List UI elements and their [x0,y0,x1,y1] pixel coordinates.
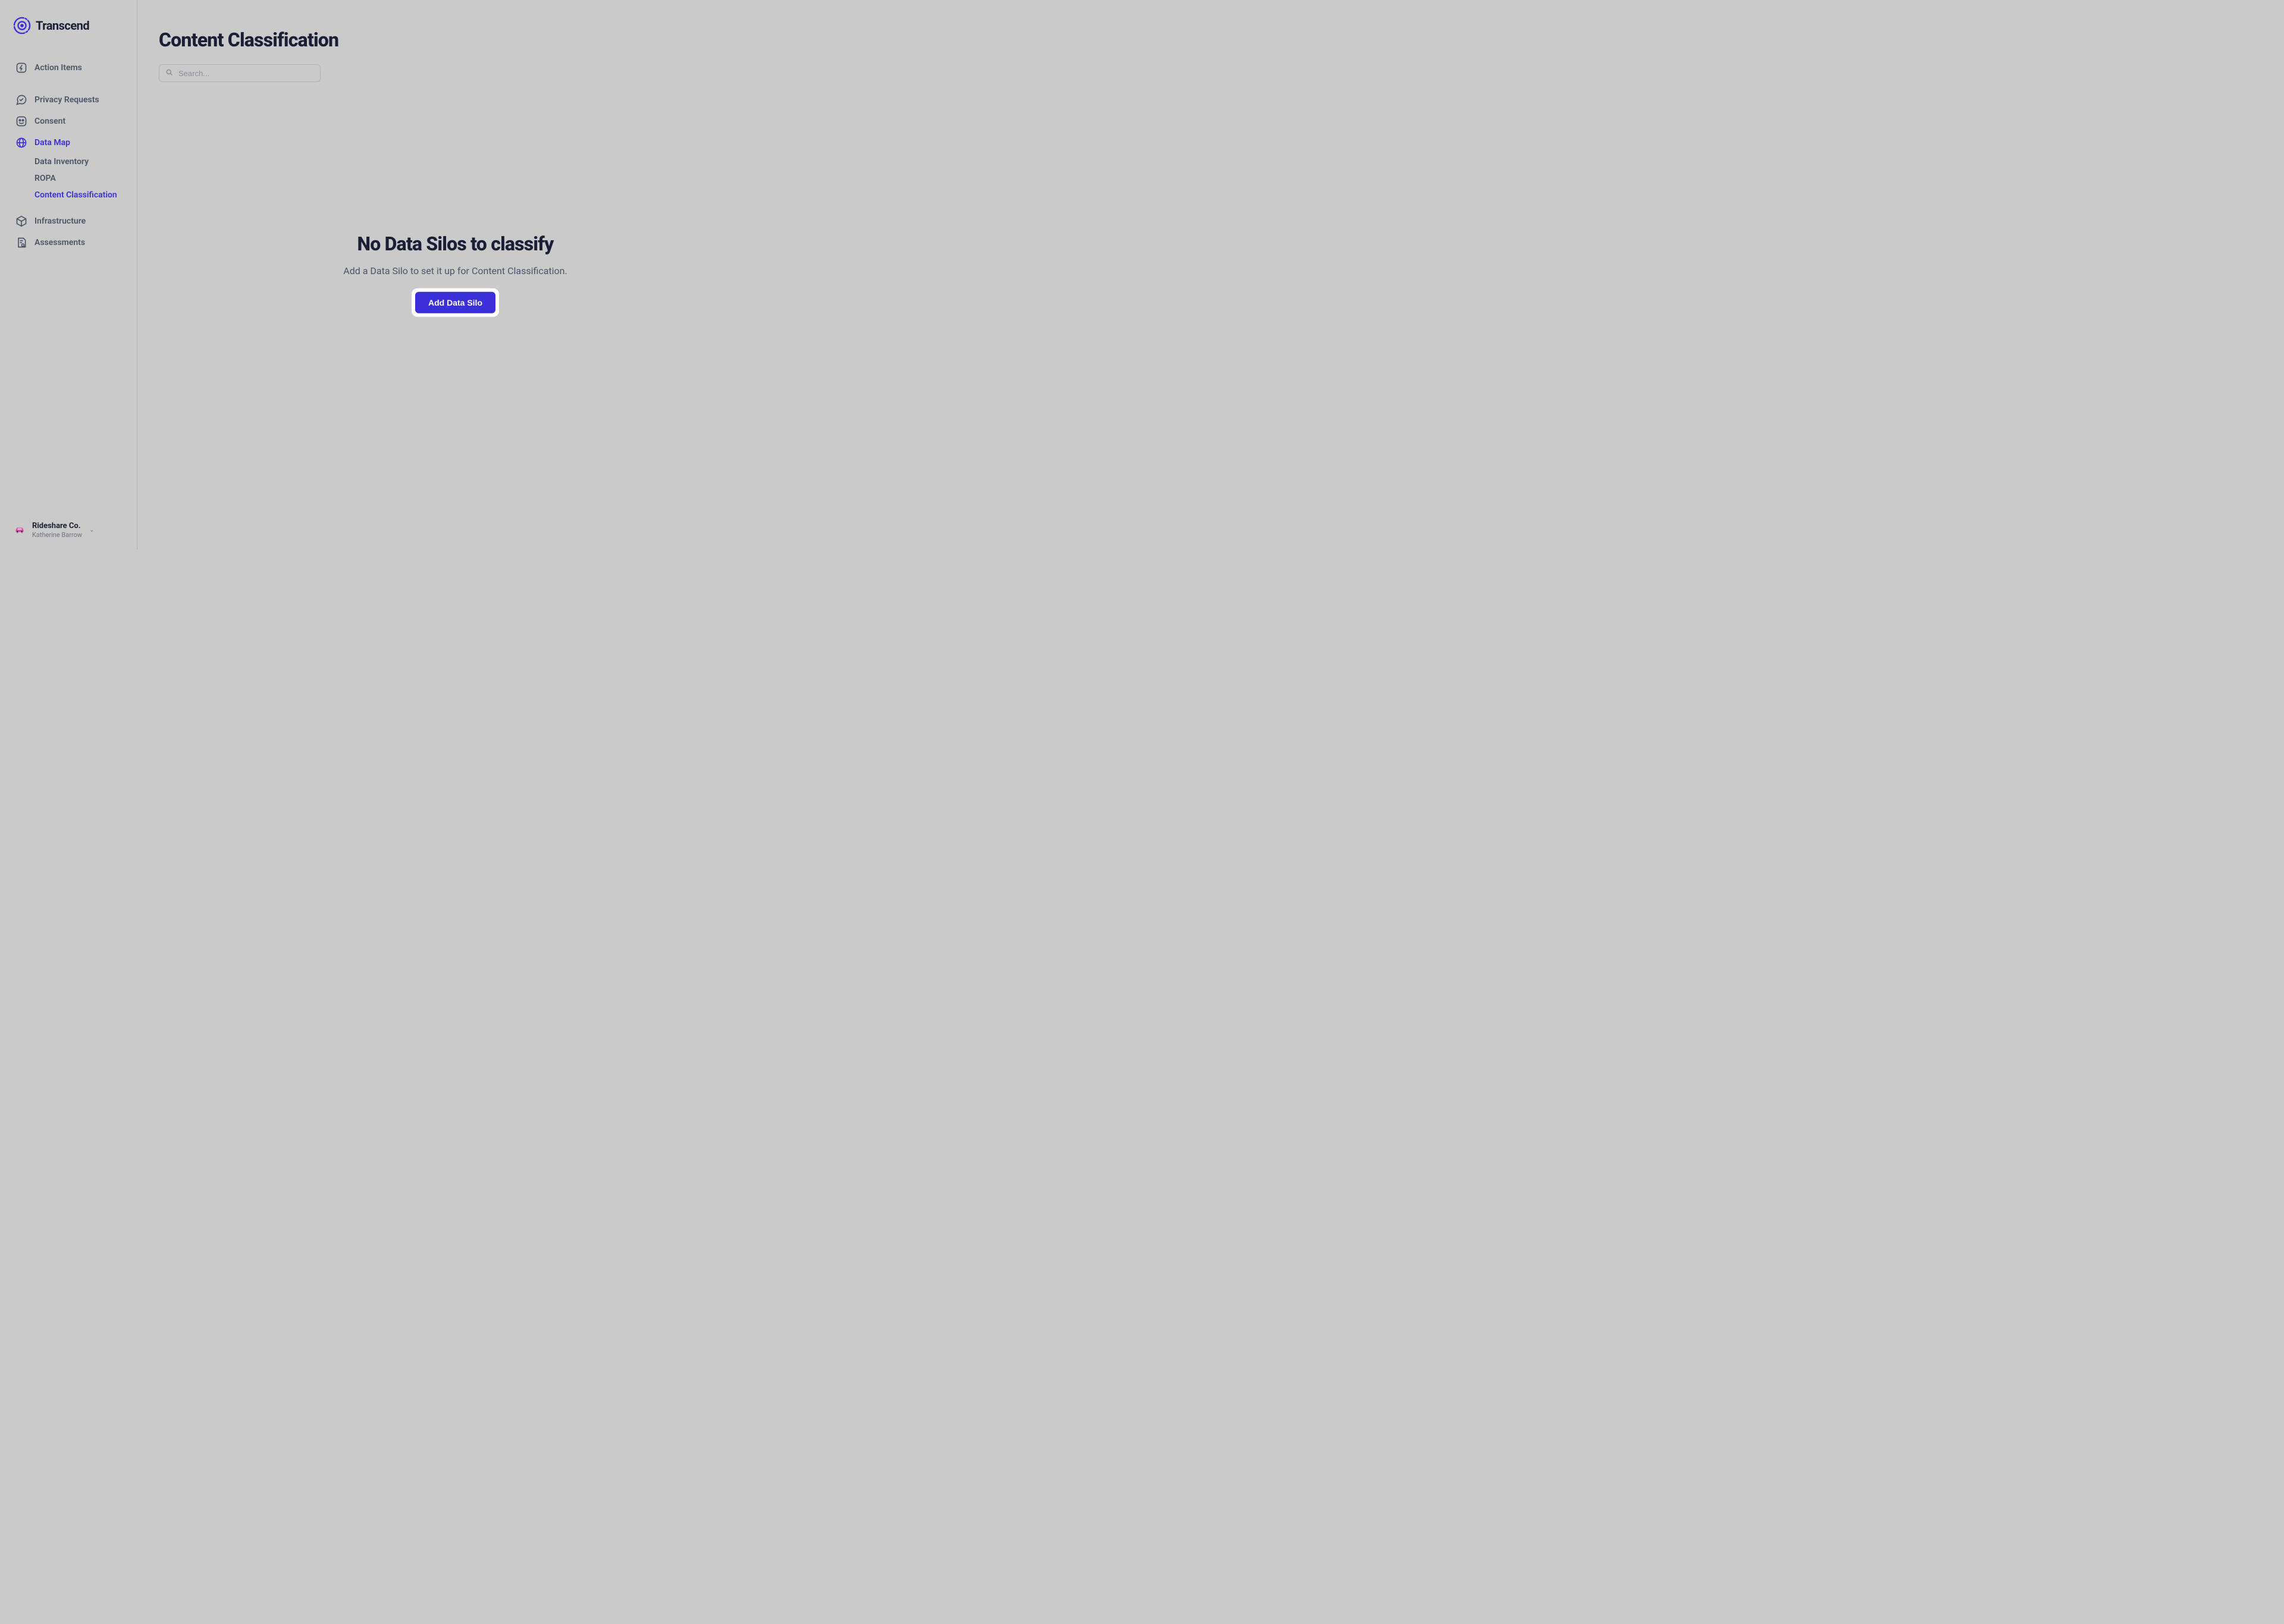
sidebar-subitem-data-inventory[interactable]: Data Inventory [34,153,137,170]
add-data-silo-button[interactable]: Add Data Silo [415,292,495,313]
search-input[interactable] [178,69,314,78]
sidebar-item-label: Data Map [34,138,70,147]
empty-state-title: No Data Silos to classify [307,233,604,255]
sidebar-item-label: Privacy Requests [34,95,99,105]
sidebar-item-data-map[interactable]: Data Map [0,132,137,153]
document-search-icon [15,237,27,249]
brand-name: Transcend [36,18,89,33]
sidebar-item-action-items[interactable]: Action Items [0,57,137,78]
sidebar-item-infrastructure[interactable]: Infrastructure [0,211,137,232]
cube-icon [15,215,27,227]
chevron-down-icon: ⌄ [89,527,94,533]
globe-icon [15,137,27,149]
sidebar-subitem-content-classification[interactable]: Content Classification [34,187,137,203]
search-icon [165,68,174,79]
sidebar: Transcend Action Items [0,0,137,549]
consent-icon [15,115,27,127]
sidebar-subitem-ropa[interactable]: ROPA [34,170,137,187]
brand-logo[interactable]: Transcend [0,17,137,34]
org-user: Katherine Barrow [32,531,82,539]
sidebar-item-privacy-requests[interactable]: Privacy Requests [0,89,137,111]
sidebar-submenu-data-map: Data Inventory ROPA Content Classificati… [0,153,137,203]
org-switcher[interactable]: Rideshare Co. Katherine Barrow ⌄ [13,522,125,539]
search-box[interactable] [159,64,321,82]
sidebar-item-label: Assessments [34,238,85,247]
main-content: Content Classification No Data Silos to … [137,0,773,549]
cta-highlight: Add Data Silo [412,288,499,317]
sidebar-nav: Action Items Privacy Requests [0,57,137,253]
empty-state: No Data Silos to classify Add a Data Sil… [307,233,604,317]
transcend-logo-icon [13,17,31,34]
sidebar-item-assessments[interactable]: Assessments [0,232,137,253]
sidebar-subitem-label: Content Classification [34,190,117,200]
sidebar-subitem-label: Data Inventory [34,157,89,167]
sidebar-item-label: Consent [34,117,65,126]
org-name: Rideshare Co. [32,522,82,531]
car-icon [13,524,26,537]
sidebar-item-consent[interactable]: Consent [0,111,137,132]
lightning-icon [15,62,27,74]
sidebar-item-label: Infrastructure [34,216,86,226]
sidebar-item-label: Action Items [34,63,82,73]
page-title: Content Classification [159,29,752,51]
sidebar-subitem-label: ROPA [34,174,56,183]
empty-state-description: Add a Data Silo to set it up for Content… [307,265,604,278]
chat-check-icon [15,94,27,106]
